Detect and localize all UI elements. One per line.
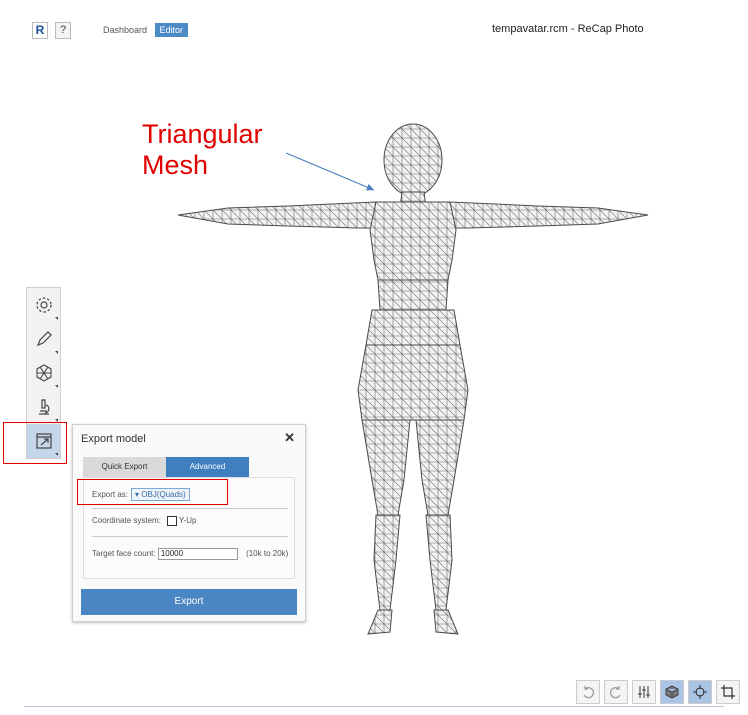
recap-logo[interactable]: R: [32, 22, 48, 39]
settings-tool[interactable]: [27, 288, 60, 322]
export-model-panel: Export model ✕ Quick Export Advanced Exp…: [72, 424, 306, 622]
gear-icon: [35, 297, 52, 313]
face-count-input[interactable]: 10000: [157, 548, 238, 560]
redo-button[interactable]: [604, 680, 628, 704]
help-button[interactable]: ?: [55, 22, 71, 39]
close-icon[interactable]: ✕: [284, 430, 295, 446]
export-tabs: Quick Export Advanced: [83, 457, 249, 477]
export-button[interactable]: Export: [81, 589, 297, 615]
export-as-highlight: [77, 479, 228, 505]
crop-button[interactable]: [716, 680, 740, 704]
nav-tabs: Dashboard Editor: [98, 23, 189, 37]
yup-label: Y-Up: [178, 516, 197, 526]
undo-button[interactable]: [576, 680, 600, 704]
top-bar: R ? Dashboard Editor tempavatar.rcm - Re…: [0, 0, 748, 60]
adjust-button[interactable]: [632, 680, 656, 704]
undo-icon: [583, 686, 594, 699]
tab-dashboard[interactable]: Dashboard: [98, 23, 152, 37]
pencil-icon: [36, 331, 52, 347]
mesh-tool[interactable]: [27, 356, 60, 390]
coordinate-label: Coordinate system:: [92, 516, 161, 526]
sliders-icon: [638, 686, 650, 698]
face-count-hint: (10k to 20k): [246, 549, 289, 559]
tab-quick-export[interactable]: Quick Export: [83, 457, 166, 477]
coordinate-row: Coordinate system: Y-Up: [92, 516, 196, 526]
panel-title: Export model: [81, 433, 146, 445]
tab-advanced[interactable]: Advanced: [166, 457, 249, 477]
crosshair-icon: [693, 685, 707, 699]
crop-icon: [721, 685, 735, 699]
arrow: [285, 152, 375, 191]
bottom-divider: [24, 706, 724, 707]
face-count-label: Target face count:: [92, 549, 156, 559]
render-mode-button[interactable]: [660, 680, 684, 704]
app-title: tempavatar.rcm - ReCap Photo: [492, 23, 644, 35]
hexagon-icon: [35, 364, 52, 382]
pivot-button[interactable]: [688, 680, 712, 704]
bottom-toolbar: [576, 680, 740, 704]
microscope-icon: [38, 399, 49, 415]
edit-tool[interactable]: [27, 322, 60, 356]
inspect-tool[interactable]: [27, 390, 60, 424]
cube-icon: [665, 685, 679, 699]
export-tool-highlight: [3, 422, 67, 464]
face-count-row: Target face count: 10000 (10k to 20k): [92, 548, 288, 560]
yup-checkbox[interactable]: [166, 516, 177, 526]
redo-icon: [610, 686, 621, 699]
tab-editor[interactable]: Editor: [154, 23, 189, 37]
